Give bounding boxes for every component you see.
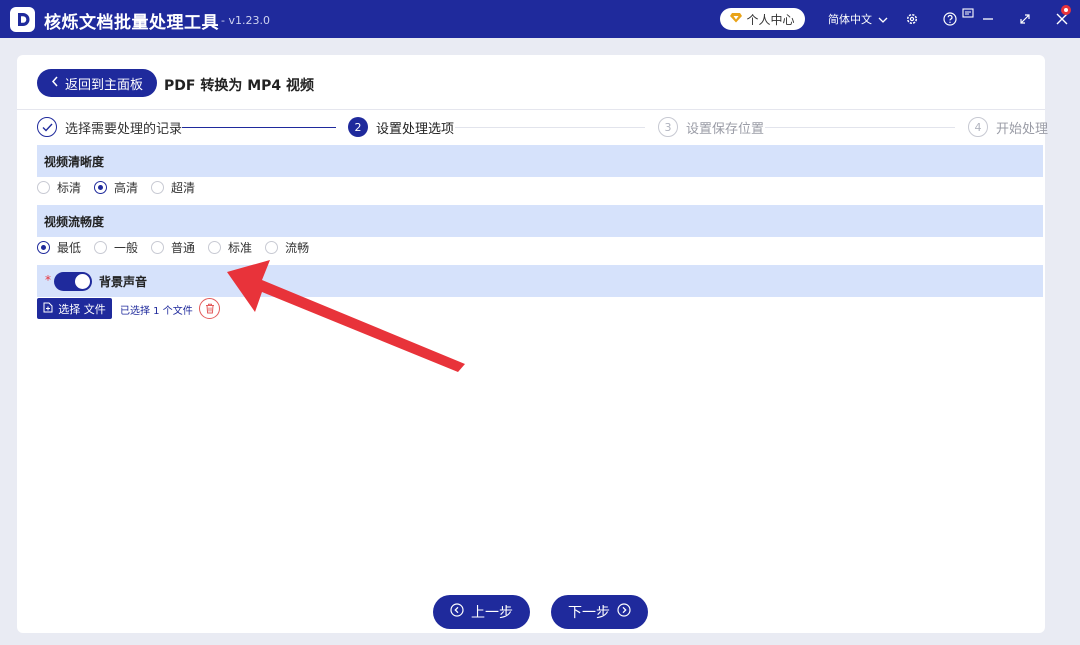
radio-fluency-lowest[interactable]: 最低: [37, 239, 81, 256]
radio-button-icon: [37, 181, 50, 194]
radio-button-icon: [208, 241, 222, 254]
user-center-button[interactable]: 个人中心: [720, 8, 805, 30]
radio-button-checked-icon: [94, 181, 108, 194]
step-4: 4 开始处理: [968, 117, 1048, 137]
delete-file-button[interactable]: [199, 298, 220, 319]
step-3-number: 3: [658, 117, 678, 137]
language-select[interactable]: 简体中文: [828, 11, 888, 27]
app-title: 核烁文档批量处理工具: [44, 13, 219, 33]
fluency-section-header: 视频流畅度: [37, 205, 1043, 237]
user-center-label: 个人中心: [746, 12, 795, 27]
step-1: 选择需要处理的记录: [37, 117, 182, 137]
circle-arrow-right-icon: [617, 603, 631, 621]
chevron-down-icon: [878, 13, 888, 26]
resolution-title: 视频清晰度: [44, 154, 105, 169]
next-step-label: 下一步: [568, 605, 610, 621]
radio-resolution-uhd[interactable]: 超清: [151, 179, 195, 196]
step-3: 3 设置保存位置: [658, 117, 764, 137]
choose-file-label: 选择 文件: [58, 302, 106, 316]
radio-label: 普通: [171, 241, 196, 255]
required-mark: *: [45, 273, 51, 287]
step-2-number: 2: [348, 117, 368, 137]
radio-button-checked-icon: [37, 241, 50, 254]
radio-label: 标准: [228, 241, 253, 255]
settings-gear-icon[interactable]: [902, 9, 922, 29]
circle-arrow-left-icon: [450, 603, 464, 621]
bgm-section-header: * 背景声音: [37, 265, 1043, 297]
radio-fluency-standard[interactable]: 标准: [208, 239, 252, 256]
fluency-radio-group: 最低 一般 普通 标准 流畅: [37, 239, 322, 256]
next-step-button[interactable]: 下一步: [551, 595, 648, 629]
radio-resolution-sd[interactable]: 标清: [37, 179, 81, 196]
minimize-icon[interactable]: [978, 9, 998, 29]
radio-label: 流畅: [285, 241, 310, 255]
back-label: 返回到主面板: [64, 77, 143, 93]
header-divider: [17, 109, 1045, 110]
radio-button-icon: [151, 241, 165, 254]
resolution-section-header: 视频清晰度: [37, 145, 1043, 177]
step-4-number: 4: [968, 117, 988, 137]
radio-label: 超清: [171, 181, 196, 195]
radio-button-icon: [265, 241, 279, 254]
step-connector-3: [765, 127, 955, 128]
chevron-left-icon: [51, 76, 59, 91]
radio-label: 高清: [114, 181, 139, 195]
step-2: 2 设置处理选项: [348, 117, 454, 137]
radio-fluency-normal[interactable]: 一般: [94, 239, 138, 256]
resolution-radio-group: 标清 高清 超清: [37, 179, 208, 196]
radio-label: 一般: [114, 241, 139, 255]
step-3-label: 设置保存位置: [686, 121, 765, 137]
radio-fluency-common[interactable]: 普通: [151, 239, 195, 256]
message-icon[interactable]: [958, 3, 978, 23]
trash-icon: [205, 299, 215, 318]
radio-button-icon: [151, 181, 165, 194]
maximize-icon[interactable]: [1015, 9, 1035, 29]
title-bar: 核烁文档批量处理工具 - v1.23.0 个人中心 简体中文: [0, 0, 1080, 38]
selected-file-status: 已选择 1 个文件: [120, 306, 193, 317]
app-logo-icon: [10, 7, 35, 32]
radio-resolution-hd[interactable]: 高清: [94, 179, 138, 196]
main-panel: [17, 55, 1045, 633]
step-connector-2: [455, 127, 645, 128]
previous-step-label: 上一步: [471, 605, 513, 621]
bgm-toggle-switch[interactable]: [54, 272, 92, 291]
previous-step-button[interactable]: 上一步: [433, 595, 530, 629]
radio-fluency-smooth[interactable]: 流畅: [265, 239, 309, 256]
step-1-label: 选择需要处理的记录: [65, 121, 183, 137]
vip-diamond-icon: [730, 12, 743, 26]
page-title: PDF 转换为 MP4 视频: [164, 78, 315, 94]
fluency-title: 视频流畅度: [44, 214, 105, 229]
app-version: - v1.23.0: [221, 14, 270, 27]
back-to-dashboard-button[interactable]: 返回到主面板: [37, 69, 157, 97]
file-icon: [43, 302, 53, 316]
radio-button-icon: [94, 241, 108, 254]
choose-file-button[interactable]: 选择 文件: [37, 298, 112, 319]
bgm-title: 背景声音: [99, 274, 148, 289]
radio-label: 标清: [57, 181, 82, 195]
help-icon[interactable]: [940, 9, 960, 29]
step-connector-1: [182, 127, 336, 128]
notification-badge-icon: [1060, 1, 1072, 20]
step-2-label: 设置处理选项: [376, 121, 455, 137]
radio-label: 最低: [57, 241, 82, 255]
step-4-label: 开始处理: [996, 121, 1049, 137]
check-icon: [37, 117, 57, 137]
language-label: 简体中文: [828, 13, 872, 26]
